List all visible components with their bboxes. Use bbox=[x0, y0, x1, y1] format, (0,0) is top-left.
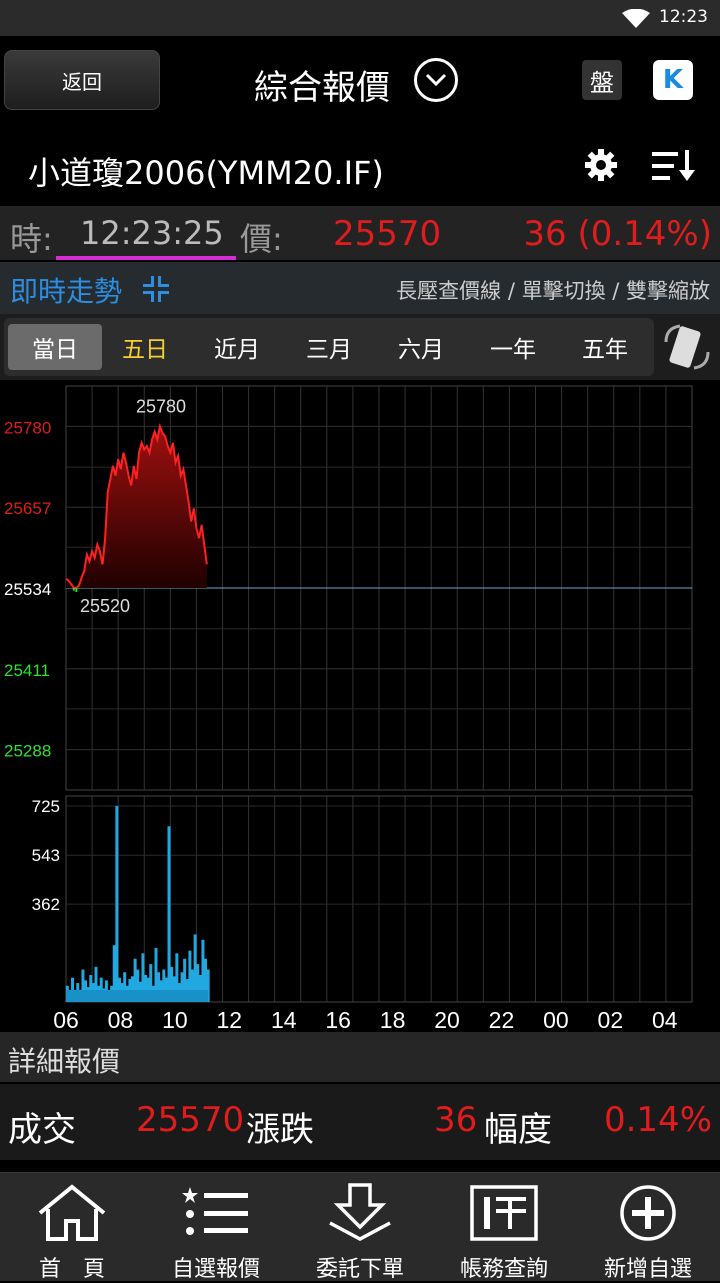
tabs-container: 當日 五日 近月 三月 六月 一年 五年 bbox=[4, 318, 654, 376]
detail-row: 成交 25570 漲跌 36 幅度 0.14% bbox=[0, 1084, 720, 1160]
nav-home-label: 首 頁 bbox=[38, 1257, 105, 1282]
quote-change: 36 (0.14%) bbox=[523, 214, 712, 254]
range-label: 幅度 bbox=[484, 1110, 552, 1150]
volume-ytick-label: 543 bbox=[32, 846, 60, 865]
list-icon bbox=[182, 1187, 248, 1235]
bottom-nav: 首 頁 自選報價 委託下單 帳務查詢 新增自選 bbox=[0, 1172, 720, 1282]
volume-bar bbox=[115, 806, 119, 1002]
tab-six-month[interactable]: 六月 bbox=[376, 324, 466, 370]
intraday-chart[interactable]: 25780 25520 25780 25657 25534 25411 25288 725 54… bbox=[0, 380, 720, 1033]
detail-header: 詳細報價 bbox=[0, 1032, 720, 1082]
xtick-label: 10 bbox=[162, 1007, 188, 1032]
tab-five-day[interactable]: 五日 bbox=[100, 324, 190, 370]
nav-watchlist-label: 自選報價 bbox=[171, 1257, 260, 1282]
add-icon bbox=[620, 1185, 676, 1241]
trade-value: 25570 bbox=[136, 1100, 245, 1140]
volume-ytick-label: 362 bbox=[32, 895, 60, 914]
trade-label: 成交 bbox=[8, 1110, 76, 1150]
price-ytick-label: 25411 bbox=[4, 661, 50, 680]
nav-watchlist[interactable]: 自選報價 bbox=[144, 1173, 288, 1282]
nav-home[interactable]: 首 頁 bbox=[0, 1173, 144, 1282]
range-value: 0.14% bbox=[603, 1100, 712, 1140]
stock-title-row: 小道瓊2006(YMM20.IF) bbox=[0, 128, 720, 204]
period-tabs: 當日 五日 近月 三月 六月 一年 五年 bbox=[0, 314, 720, 380]
nav-account[interactable]: 帳務查詢 bbox=[432, 1173, 576, 1282]
quote-row: 時: 12:23:25 價: 25570 36 (0.14%) bbox=[0, 206, 720, 260]
quote-time: 12:23:25 bbox=[80, 214, 224, 252]
home-icon bbox=[38, 1184, 106, 1241]
nav-account-label: 帳務查詢 bbox=[459, 1257, 548, 1282]
xtick-label: 08 bbox=[108, 1007, 134, 1032]
xtick-label: 00 bbox=[543, 1007, 569, 1032]
wifi-icon bbox=[622, 9, 650, 28]
price-ytick-label: 25657 bbox=[4, 499, 51, 518]
change-label: 漲跌 bbox=[246, 1110, 314, 1150]
rotate-screen-icon[interactable] bbox=[660, 322, 714, 372]
xtick-label: 12 bbox=[217, 1007, 243, 1032]
sort-icon[interactable] bbox=[652, 150, 696, 182]
kline-button[interactable]: K bbox=[653, 60, 693, 100]
volume-bar bbox=[167, 826, 171, 1002]
nav-add-watch-label: 新增自選 bbox=[603, 1257, 692, 1282]
high-label: 25780 bbox=[136, 396, 186, 416]
status-bar: 12:23 bbox=[0, 0, 720, 36]
market-button[interactable]: 盤 bbox=[582, 60, 622, 100]
chevron-down-icon bbox=[425, 73, 447, 87]
price-label: 價: bbox=[240, 220, 283, 258]
tab-five-year[interactable]: 五年 bbox=[560, 324, 650, 370]
xtick-label: 20 bbox=[434, 1007, 460, 1032]
volume-ytick-label: 725 bbox=[32, 797, 60, 816]
nav-order[interactable]: 委託下單 bbox=[288, 1173, 432, 1282]
price-ytick-label: 25288 bbox=[4, 742, 51, 761]
xtick-label: 14 bbox=[271, 1007, 297, 1032]
time-label: 時: bbox=[10, 220, 53, 258]
title-dropdown-button[interactable] bbox=[414, 58, 458, 102]
back-button[interactable]: 返回 bbox=[4, 50, 160, 110]
page-title[interactable]: 綜合報價 bbox=[254, 60, 390, 109]
tab-one-year[interactable]: 一年 bbox=[468, 324, 558, 370]
price-ytick-label: 25780 bbox=[4, 418, 51, 437]
volume-base bbox=[66, 990, 209, 1002]
xtick-label: 06 bbox=[53, 1007, 79, 1032]
collapse-icon[interactable] bbox=[142, 276, 170, 302]
xtick-label: 18 bbox=[380, 1007, 406, 1032]
nav-add-watch[interactable]: 新增自選 bbox=[576, 1173, 720, 1282]
status-time: 12:23 bbox=[659, 7, 708, 27]
nav-order-label: 委託下單 bbox=[315, 1257, 404, 1282]
realtime-bar: 即時走勢 長壓查價線 / 單擊切換 / 雙擊縮放 bbox=[0, 262, 720, 314]
app-header: 返回 綜合報價 盤 K bbox=[0, 36, 720, 128]
order-icon bbox=[329, 1183, 391, 1241]
xtick-label: 02 bbox=[598, 1007, 624, 1032]
xtick-label: 04 bbox=[652, 1007, 678, 1032]
gear-icon[interactable] bbox=[584, 148, 618, 182]
realtime-hint: 長壓查價線 / 單擊切換 / 雙擊縮放 bbox=[396, 279, 710, 303]
xtick-label: 22 bbox=[489, 1007, 515, 1032]
realtime-title: 即時走勢 bbox=[10, 275, 123, 308]
chart-svg[interactable]: 25780 25520 25780 25657 25534 25411 25288 725 54… bbox=[0, 380, 720, 1033]
price-ytick-label: 25534 bbox=[4, 580, 51, 599]
account-icon bbox=[470, 1185, 538, 1241]
tab-month[interactable]: 近月 bbox=[192, 324, 282, 370]
detail-title: 詳細報價 bbox=[8, 1045, 121, 1078]
xtick-label: 16 bbox=[325, 1007, 351, 1032]
time-underline bbox=[56, 256, 236, 260]
low-label: 25520 bbox=[80, 596, 130, 616]
tab-today[interactable]: 當日 bbox=[8, 324, 102, 370]
change-value: 36 bbox=[434, 1100, 478, 1140]
quote-price: 25570 bbox=[333, 214, 442, 254]
tab-three-month[interactable]: 三月 bbox=[284, 324, 374, 370]
stock-name: 小道瓊2006(YMM20.IF) bbox=[28, 154, 384, 192]
